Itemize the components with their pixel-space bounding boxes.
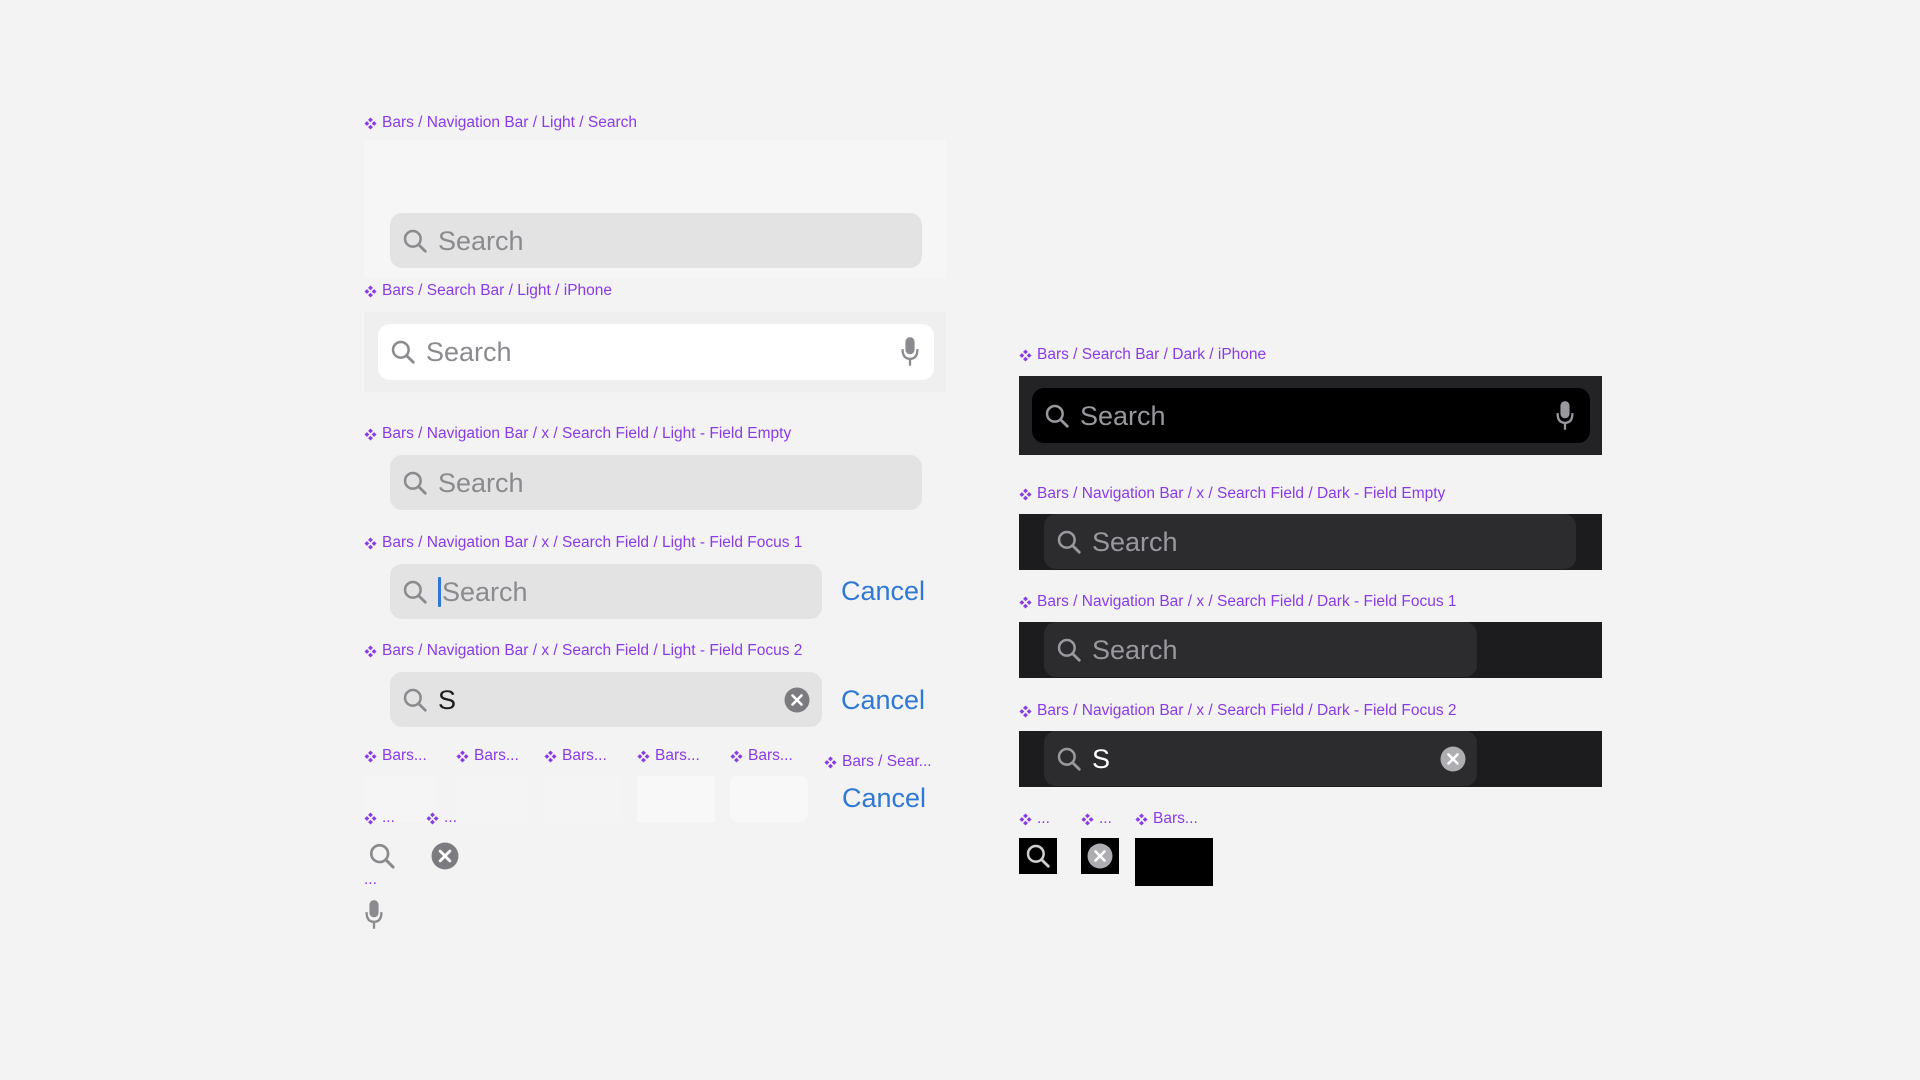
diamond-component-icon: [456, 750, 469, 763]
component-label-field-light-focus1: Bars / Navigation Bar / x / Search Field…: [364, 534, 802, 552]
diamond-component-icon: [544, 750, 557, 763]
small-frame-5: [730, 776, 808, 822]
search-icon: [402, 470, 428, 496]
clear-x-circle-icon[interactable]: [784, 687, 810, 713]
component-label-dark-tiny-1: ...: [1019, 810, 1050, 828]
search-field-dark-focus1[interactable]: Search: [1044, 622, 1477, 677]
search-placeholder: Search: [426, 337, 512, 367]
diamond-component-icon: [637, 750, 650, 763]
search-placeholder: Search: [1092, 526, 1178, 557]
microphone-icon[interactable]: [1555, 400, 1575, 432]
search-icon: [402, 579, 428, 605]
search-field-light-focus1[interactable]: Search: [390, 564, 822, 619]
diamond-component-icon: [364, 812, 377, 825]
text-cursor: [438, 576, 441, 607]
cancel-button[interactable]: Cancel: [841, 684, 925, 716]
search-placeholder: Search: [1092, 634, 1178, 665]
search-field-dark-empty[interactable]: Search: [1044, 514, 1576, 569]
microphone-icon: [364, 899, 384, 931]
component-label-small-2: Bars...: [456, 747, 519, 765]
diamond-component-icon: [364, 750, 377, 763]
clear-x-circle-icon: [1087, 843, 1113, 869]
search-field-light-focus2[interactable]: S: [390, 672, 822, 727]
diamond-component-icon: [730, 750, 743, 763]
component-label-dark-small: Bars...: [1135, 810, 1198, 828]
search-icon: [1056, 637, 1082, 663]
component-label-small-1: Bars...: [364, 747, 427, 765]
search-field-dark-iphone[interactable]: Search: [1032, 388, 1590, 443]
diamond-component-icon: [426, 812, 439, 825]
search-icon: [402, 228, 428, 254]
diamond-component-icon: [364, 285, 377, 298]
component-label-small-6: Bars / Sear...: [824, 753, 932, 771]
diamond-component-icon: [1019, 488, 1032, 501]
diamond-component-icon: [1019, 813, 1032, 826]
small-frame-2: [456, 776, 528, 822]
component-label-small-3: Bars...: [544, 747, 607, 765]
clear-x-circle-icon: [431, 842, 459, 870]
search-placeholder: Search: [438, 467, 524, 498]
search-typed-value: S: [438, 684, 457, 715]
small-frame-4: [637, 776, 715, 822]
search-field-light-iphone[interactable]: Search: [378, 324, 934, 380]
diamond-component-icon: [1019, 705, 1032, 718]
component-label-tiny-1: ...: [364, 809, 395, 827]
component-label-field-light-focus2: Bars / Navigation Bar / x / Search Field…: [364, 642, 802, 660]
component-label-tiny-3: ...: [364, 871, 377, 888]
component-label-field-light-empty: Bars / Navigation Bar / x / Search Field…: [364, 425, 791, 443]
search-icon: [1056, 746, 1082, 772]
diamond-component-icon: [364, 645, 377, 658]
search-placeholder: Search: [442, 576, 528, 607]
search-placeholder: Search: [438, 225, 524, 256]
component-label-nav-light-search: Bars / Navigation Bar / Light / Search: [364, 114, 637, 132]
search-typed-value: S: [1092, 743, 1111, 774]
dark-small-frame: [1135, 838, 1213, 886]
diamond-component-icon: [824, 756, 837, 769]
component-label-field-dark-empty: Bars / Navigation Bar / x / Search Field…: [1019, 485, 1445, 503]
microphone-icon[interactable]: [900, 336, 920, 368]
cancel-button[interactable]: Cancel: [842, 782, 926, 814]
component-label-search-dark-iphone: Bars / Search Bar / Dark / iPhone: [1019, 346, 1266, 364]
diamond-component-icon: [364, 117, 377, 130]
search-icon: [1044, 403, 1070, 429]
diamond-component-icon: [1135, 813, 1148, 826]
component-label-small-5: Bars...: [730, 747, 793, 765]
search-field-dark-focus2[interactable]: S: [1044, 731, 1477, 786]
diamond-component-icon: [364, 428, 377, 441]
component-label-dark-tiny-2: ...: [1081, 810, 1112, 828]
search-icon: [368, 842, 396, 870]
search-icon: [1056, 529, 1082, 555]
component-label-field-dark-focus2: Bars / Navigation Bar / x / Search Field…: [1019, 702, 1457, 720]
component-label-field-dark-focus1: Bars / Navigation Bar / x / Search Field…: [1019, 593, 1457, 611]
clear-x-circle-icon[interactable]: [1440, 746, 1466, 772]
diamond-component-icon: [364, 537, 377, 550]
search-icon: [402, 687, 428, 713]
diamond-component-icon: [1019, 349, 1032, 362]
cancel-button[interactable]: Cancel: [841, 575, 925, 607]
component-label-tiny-2: ...: [426, 809, 457, 827]
component-label-search-light-iphone: Bars / Search Bar / Light / iPhone: [364, 282, 612, 300]
search-placeholder: Search: [1080, 400, 1166, 431]
search-field-nav-light[interactable]: Search: [390, 213, 922, 268]
search-icon: [390, 339, 416, 365]
search-icon: [1025, 843, 1051, 869]
component-label-small-4: Bars...: [637, 747, 700, 765]
diamond-component-icon: [1081, 813, 1094, 826]
diamond-component-icon: [1019, 596, 1032, 609]
search-field-light-empty[interactable]: Search: [390, 455, 922, 510]
small-frame-3: [544, 776, 622, 822]
